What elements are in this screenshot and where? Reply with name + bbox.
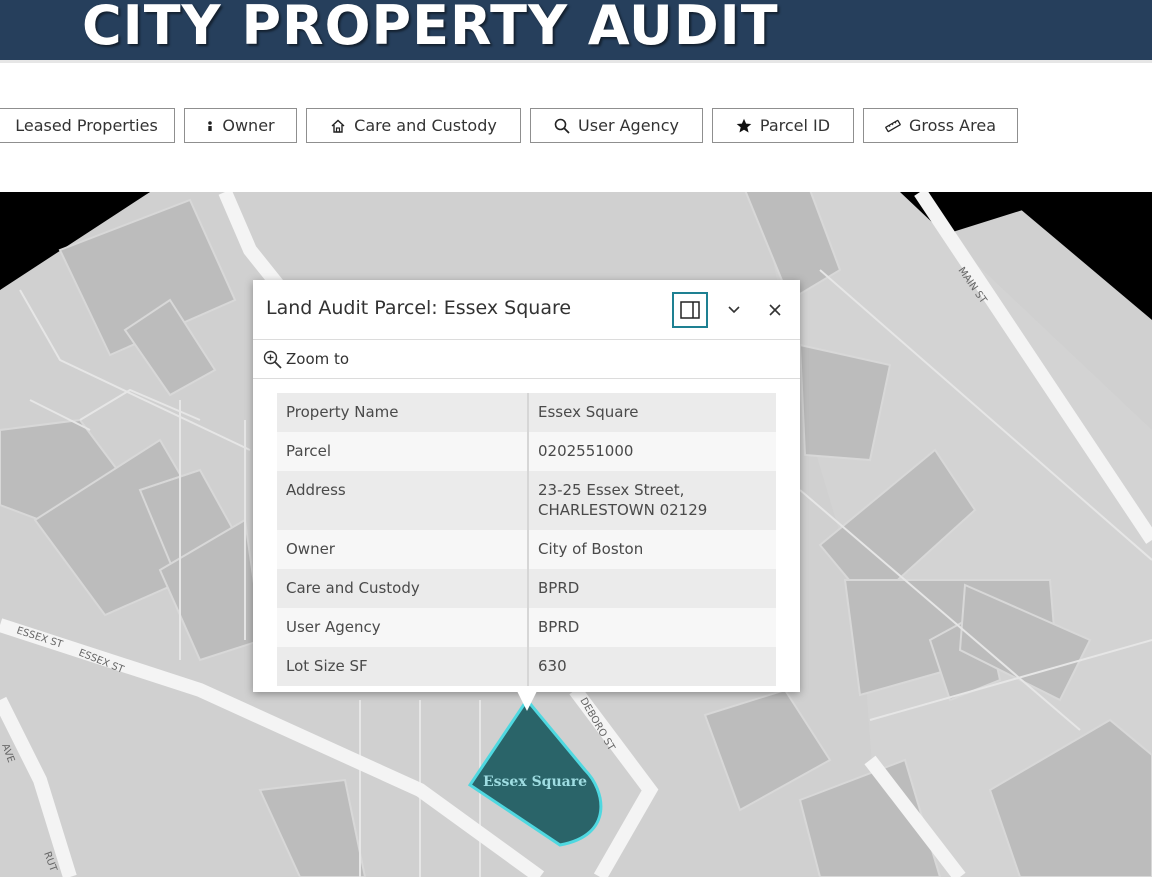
filter-toolbar: Leased Properties Owner Care and Custody…: [0, 108, 1152, 145]
leased-properties-label: Leased Properties: [15, 116, 158, 135]
dock-icon: [680, 301, 700, 319]
close-icon: [769, 304, 781, 316]
person-icon: [206, 118, 214, 134]
popup-pointer: [517, 691, 537, 711]
attribute-table: Property Name Essex Square Parcel 020255…: [277, 393, 776, 686]
gross-area-label: Gross Area: [909, 116, 996, 135]
header-divider: [0, 60, 1152, 63]
close-button[interactable]: [763, 298, 787, 322]
care-and-custody-label: Care and Custody: [354, 116, 497, 135]
popup-title: Land Audit Parcel: Essex Square: [266, 297, 572, 319]
attribute-value: 630: [528, 647, 776, 686]
table-row: Owner City of Boston: [277, 530, 776, 569]
table-row: Care and Custody BPRD: [277, 569, 776, 608]
table-row: Lot Size SF 630: [277, 647, 776, 686]
leased-properties-button[interactable]: Leased Properties: [0, 108, 175, 143]
attribute-value: City of Boston: [528, 530, 776, 569]
gross-area-button[interactable]: Gross Area: [863, 108, 1018, 143]
parcel-id-label: Parcel ID: [759, 116, 831, 135]
zoom-in-icon: [263, 350, 282, 369]
attribute-key: Property Name: [277, 393, 529, 432]
attribute-key: Owner: [277, 530, 529, 569]
parcel-popup: Land Audit Parcel: Essex Square Zoom to …: [253, 280, 800, 692]
app-title: CITY PROPERTY AUDIT: [82, 0, 779, 57]
attribute-key: User Agency: [277, 608, 529, 647]
user-agency-label: User Agency: [578, 116, 679, 135]
attribute-value: Essex Square: [528, 393, 776, 432]
owner-button[interactable]: Owner: [184, 108, 297, 143]
parcel-id-button[interactable]: Parcel ID: [712, 108, 854, 143]
attribute-key: Address: [277, 471, 529, 530]
table-row: Property Name Essex Square: [277, 393, 776, 432]
highlighted-parcel-label: Essex Square: [483, 774, 587, 790]
attribute-key: Lot Size SF: [277, 647, 529, 686]
zoom-to-label: Zoom to: [286, 350, 350, 368]
dock-button[interactable]: [672, 292, 708, 328]
attribute-value: BPRD: [528, 608, 776, 647]
table-row: Parcel 0202551000: [277, 432, 776, 471]
attribute-value: 0202551000: [528, 432, 776, 471]
popup-divider: [253, 339, 800, 340]
zoom-to-action[interactable]: Zoom to: [263, 349, 349, 369]
attribute-key: Parcel: [277, 432, 529, 471]
table-row: User Agency BPRD: [277, 608, 776, 647]
user-agency-button[interactable]: User Agency: [530, 108, 703, 143]
popup-divider-2: [253, 378, 800, 379]
chevron-down-icon: [728, 306, 740, 314]
attribute-value: BPRD: [528, 569, 776, 608]
app-header: CITY PROPERTY AUDIT: [0, 0, 1152, 60]
care-and-custody-button[interactable]: Care and Custody: [306, 108, 521, 143]
table-row: Address 23-25 Essex Street, CHARLESTOWN …: [277, 471, 776, 530]
attribute-value: 23-25 Essex Street, CHARLESTOWN 02129: [528, 471, 776, 530]
collapse-button[interactable]: [722, 298, 746, 322]
owner-label: Owner: [222, 116, 275, 135]
home-icon: [330, 118, 346, 134]
ruler-icon: [885, 118, 901, 134]
attribute-key: Care and Custody: [277, 569, 529, 608]
star-icon: [736, 118, 752, 134]
search-icon: [554, 118, 570, 134]
